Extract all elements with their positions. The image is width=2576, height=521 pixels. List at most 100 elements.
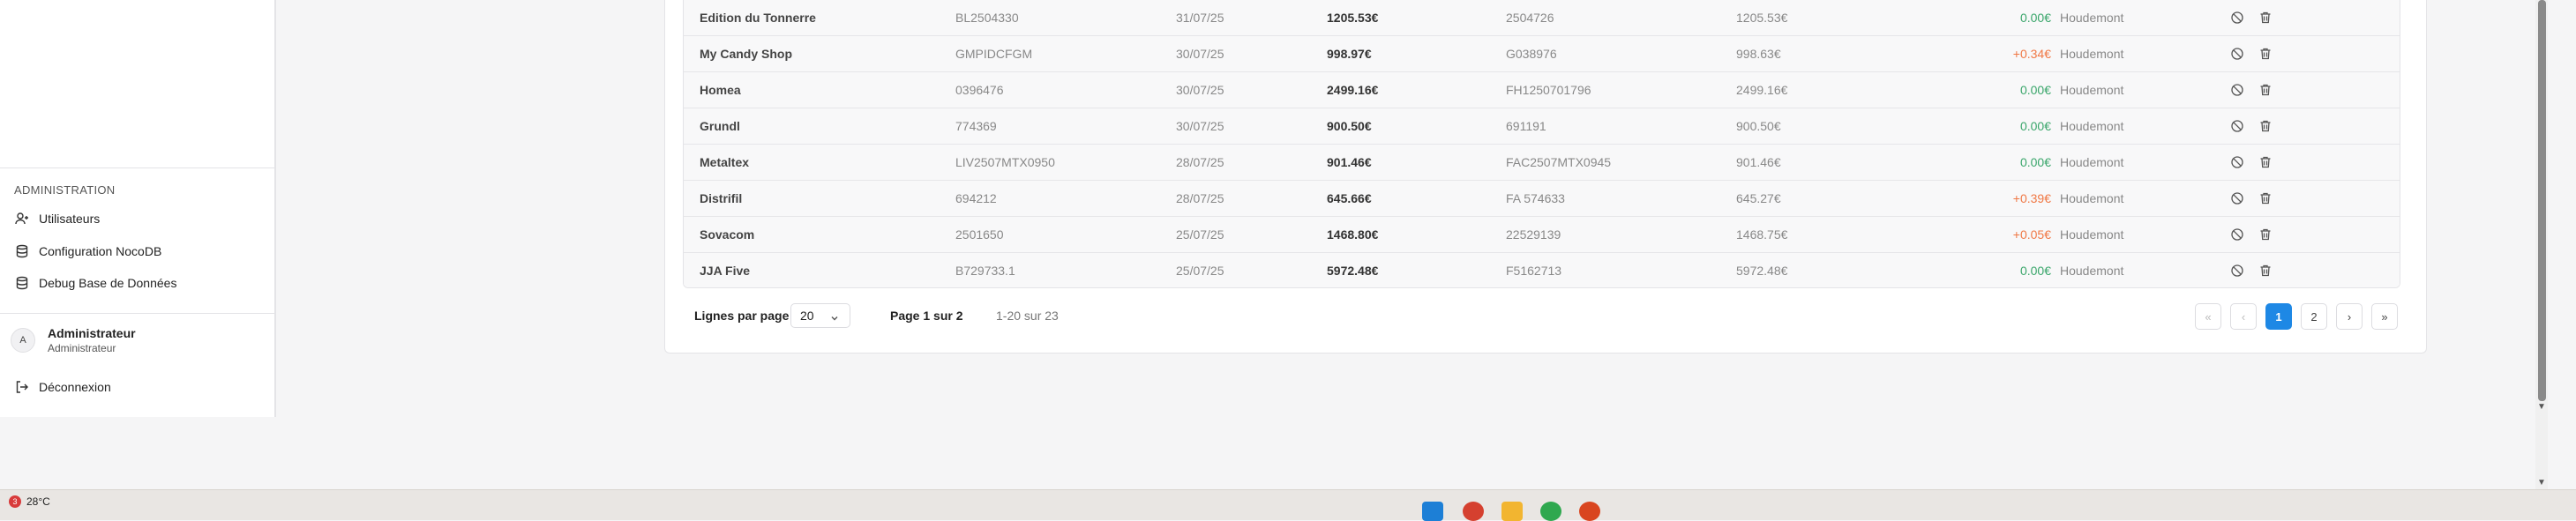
last-page-button[interactable]: » — [2371, 303, 2398, 330]
user-name: Administrateur — [48, 326, 136, 340]
ban-icon[interactable] — [2230, 11, 2244, 25]
ban-icon[interactable] — [2230, 227, 2244, 242]
difference-cell: 0.00€ — [2019, 11, 2051, 25]
trash-icon[interactable] — [2258, 191, 2273, 205]
reconciliation-table: Edition du Tonnerre BL2504330 31/07/25 1205… — [683, 0, 2400, 288]
sidebar-item-label: Configuration NocoDB — [39, 244, 162, 258]
supplier-cell: Metaltex — [700, 155, 750, 169]
invoice-amount-cell: 645.27€ — [1736, 191, 1781, 205]
database-debug-icon — [14, 275, 30, 291]
trash-icon[interactable] — [2258, 155, 2273, 169]
prev-page-button[interactable]: ‹ — [2230, 303, 2257, 330]
delivery-note-cell: GMPIDCFGM — [955, 47, 1033, 61]
sidebar-item-label: Debug Base de Données — [39, 276, 177, 290]
difference-cell: 0.00€ — [2019, 155, 2051, 169]
logout-button[interactable]: Déconnexion — [14, 375, 111, 399]
trash-icon[interactable] — [2258, 83, 2273, 97]
rows-per-page-label: Lignes par page — [694, 309, 790, 323]
delivery-note-cell: 2501650 — [955, 227, 1004, 242]
amount-cell: 5972.48€ — [1327, 264, 1379, 278]
scrollbar-thumb[interactable] — [2538, 0, 2546, 401]
amount-cell: 901.46€ — [1327, 155, 1372, 169]
ban-icon[interactable] — [2230, 119, 2244, 133]
amount-cell: 2499.16€ — [1327, 83, 1379, 97]
app-icon[interactable] — [1579, 502, 1600, 521]
invoice-amount-cell: 1205.53€ — [1736, 11, 1788, 25]
rows-per-page-select[interactable]: 20 — [790, 303, 850, 328]
ban-icon[interactable] — [2230, 83, 2244, 97]
site-cell: Houdemont — [2060, 11, 2124, 25]
main-panel: Edition du Tonnerre BL2504330 31/07/25 1205… — [664, 0, 2427, 354]
table-row[interactable]: JJA Five B729733.1 25/07/25 5972.48€ F516271… — [684, 253, 2400, 287]
invoice-amount-cell: 1468.75€ — [1736, 227, 1788, 242]
table-row[interactable]: Grundl 774369 30/07/25 900.50€ 691191 900.50€… — [684, 108, 2400, 145]
difference-cell: 0.00€ — [2019, 119, 2051, 133]
amount-cell: 900.50€ — [1327, 119, 1372, 133]
pagination-bar: Lignes par page 20 Page 1 sur 2 1-20 sur… — [665, 296, 2426, 337]
windows-start-icon[interactable] — [1422, 502, 1443, 521]
scroll-down-arrow-icon[interactable]: ▼ — [2537, 402, 2546, 412]
date-cell: 28/07/25 — [1176, 191, 1224, 205]
double-chevron-right-icon: » — [2381, 309, 2388, 324]
invoice-amount-cell: 901.46€ — [1736, 155, 1781, 169]
table-row[interactable]: My Candy Shop GMPIDCFGM 30/07/25 998.97€ G03… — [684, 36, 2400, 72]
trash-icon[interactable] — [2258, 119, 2273, 133]
page-2-button[interactable]: 2 — [2301, 303, 2327, 330]
delivery-note-cell: B729733.1 — [955, 264, 1015, 278]
scroll-down-arrow-icon[interactable]: ▼ — [2537, 478, 2546, 488]
sidebar-item-label: Utilisateurs — [39, 212, 101, 226]
ban-icon[interactable] — [2230, 264, 2244, 278]
trash-icon[interactable] — [2258, 264, 2273, 278]
invoice-number-cell: 22529139 — [1506, 227, 1561, 242]
avatar: A — [11, 328, 35, 353]
sidebar-item-debug-db[interactable]: Debug Base de Données — [14, 271, 176, 295]
page-1-button[interactable]: 1 — [2265, 303, 2292, 330]
amount-cell: 998.97€ — [1327, 47, 1372, 61]
user-profile: A Administrateur Administrateur — [11, 326, 136, 354]
trash-icon[interactable] — [2258, 11, 2273, 25]
supplier-cell: Edition du Tonnerre — [700, 11, 816, 25]
sidebar-divider — [0, 313, 274, 314]
amount-cell: 1468.80€ — [1327, 227, 1379, 242]
invoice-amount-cell: 5972.48€ — [1736, 264, 1788, 278]
table-row[interactable]: Homea 0396476 30/07/25 2499.16€ FH1250701796… — [684, 72, 2400, 108]
site-cell: Houdemont — [2060, 264, 2124, 278]
trash-icon[interactable] — [2258, 47, 2273, 61]
weather-widget[interactable]: 3 28°C — [9, 495, 50, 508]
range-info: 1-20 sur 23 — [996, 309, 1059, 323]
table-row[interactable]: Distrifil 694212 28/07/25 645.66€ FA 574633 6… — [684, 181, 2400, 217]
ban-icon[interactable] — [2230, 47, 2244, 61]
chevron-down-icon — [830, 311, 839, 325]
file-explorer-icon[interactable] — [1501, 502, 1523, 521]
temperature: 28°C — [26, 495, 50, 508]
date-cell: 30/07/25 — [1176, 119, 1224, 133]
whatsapp-icon[interactable] — [1540, 502, 1561, 521]
ban-icon[interactable] — [2230, 155, 2244, 169]
table-row[interactable]: Edition du Tonnerre BL2504330 31/07/25 1205… — [684, 0, 2400, 36]
ban-icon[interactable] — [2230, 191, 2244, 205]
table-row[interactable]: Metaltex LIV2507MTX0950 28/07/25 901.46€ FAC… — [684, 145, 2400, 181]
invoice-number-cell: F5162713 — [1506, 264, 1562, 278]
site-cell: Houdemont — [2060, 155, 2124, 169]
difference-cell: 0.00€ — [2019, 83, 2051, 97]
invoice-number-cell: FAC2507MTX0945 — [1506, 155, 1612, 169]
table-row[interactable]: Sovacom 2501650 25/07/25 1468.80€ 22529139 14… — [684, 217, 2400, 253]
first-page-button[interactable]: « — [2195, 303, 2221, 330]
supplier-cell: My Candy Shop — [700, 47, 793, 61]
taskbar: 3 28°C — [0, 489, 2576, 521]
difference-cell: 0.00€ — [2019, 264, 2051, 278]
delivery-note-cell: 694212 — [955, 191, 997, 205]
site-cell: Houdemont — [2060, 227, 2124, 242]
chrome-icon[interactable] — [1463, 502, 1484, 521]
date-cell: 25/07/25 — [1176, 264, 1224, 278]
sidebar-item-users[interactable]: Utilisateurs — [14, 206, 100, 231]
chevron-left-icon: ‹ — [2241, 309, 2246, 324]
next-page-button[interactable]: › — [2336, 303, 2363, 330]
trash-icon[interactable] — [2258, 227, 2273, 242]
chevron-right-icon: › — [2347, 309, 2352, 324]
delivery-note-cell: 774369 — [955, 119, 997, 133]
user-role: Administrateur — [48, 342, 116, 354]
sidebar-item-nocodb-config[interactable]: Configuration NocoDB — [14, 239, 161, 264]
users-icon — [14, 211, 30, 227]
invoice-number-cell: 691191 — [1506, 119, 1546, 133]
